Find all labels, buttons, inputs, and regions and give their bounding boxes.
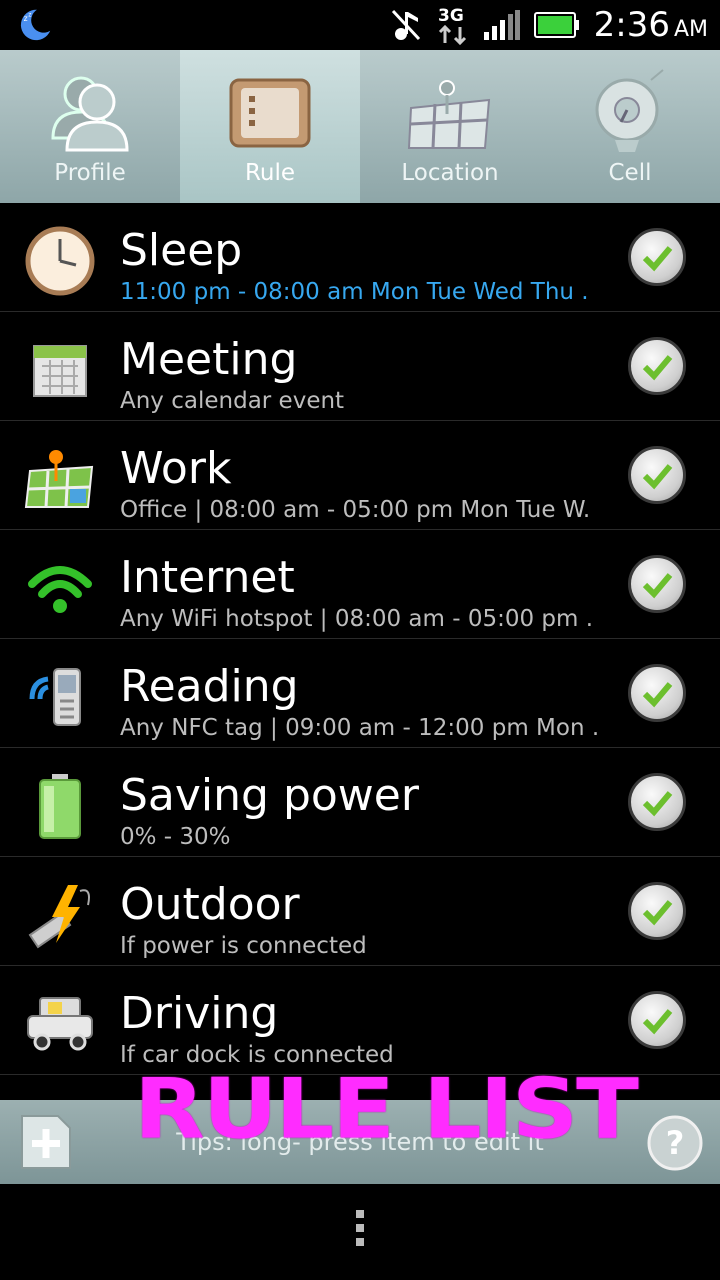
- rule-subtitle: Office | 08:00 am - 05:00 pm Mon Tue W.: [120, 497, 591, 523]
- profile-icon: [51, 76, 129, 152]
- tab-label: Cell: [608, 160, 652, 186]
- rule-title: Meeting: [120, 334, 298, 385]
- power-plug-icon: [28, 885, 90, 949]
- rule-subtitle: Any NFC tag | 09:00 am - 12:00 pm Mon .: [120, 715, 600, 741]
- calendar-icon: [33, 345, 87, 397]
- list-item[interactable]: Outdoor If power is connected: [0, 857, 720, 966]
- status-bar: z z 3G 2:36 AM: [0, 0, 720, 50]
- svg-text:z: z: [28, 12, 31, 18]
- tab-rule[interactable]: Rule: [180, 50, 360, 203]
- rule-subtitle: Any WiFi hotspot | 08:00 am - 05:00 pm .: [120, 606, 594, 632]
- tab-label: Profile: [54, 160, 126, 186]
- rule-title: Reading: [120, 661, 299, 712]
- ampm-label: AM: [673, 17, 708, 42]
- enabled-checkbox[interactable]: [628, 664, 686, 722]
- enabled-checkbox[interactable]: [628, 773, 686, 831]
- rule-title: Outdoor: [120, 879, 300, 930]
- list-item[interactable]: Reading Any NFC tag | 09:00 am - 12:00 p…: [0, 639, 720, 748]
- status-icons: 3G 2:36 AM: [390, 0, 708, 50]
- rule-title: Work: [120, 443, 232, 494]
- list-item[interactable]: Saving power 0% - 30%: [0, 748, 720, 857]
- tab-profile[interactable]: Profile: [0, 50, 180, 203]
- enabled-checkbox[interactable]: [628, 337, 686, 395]
- battery-icon: [533, 12, 579, 38]
- svg-text:z: z: [24, 14, 28, 23]
- car-icon: [27, 997, 93, 1051]
- menu-overflow-icon[interactable]: [354, 1210, 366, 1254]
- list-item[interactable]: Meeting Any calendar event: [0, 312, 720, 421]
- rule-list-overlay-title: RULE LIST: [134, 1060, 639, 1158]
- rule-subtitle: 11:00 pm - 08:00 am Mon Tue Wed Thu .: [120, 279, 589, 305]
- svg-text:?: ?: [666, 1124, 685, 1162]
- rule-title: Driving: [120, 988, 279, 1039]
- rule-subtitle: If power is connected: [120, 933, 367, 959]
- battery-icon: [39, 774, 81, 839]
- tab-label: Location: [401, 160, 499, 186]
- nfc-icon: [29, 668, 81, 726]
- tab-location[interactable]: Location: [360, 50, 540, 203]
- list-item[interactable]: Internet Any WiFi hotspot | 08:00 am - 0…: [0, 530, 720, 639]
- map-icon: [407, 80, 491, 149]
- wifi-icon: [28, 566, 92, 613]
- rule-icon: [229, 78, 311, 148]
- clock-icon: [25, 226, 95, 296]
- clock: 2:36 AM: [594, 5, 708, 45]
- signal-icon: [483, 10, 520, 40]
- tab-bar: Profile Rule Location Cell: [0, 50, 720, 203]
- rule-list: Sleep 11:00 pm - 08:00 am Mon Tue Wed Th…: [0, 203, 720, 1075]
- list-item[interactable]: Work Office | 08:00 am - 05:00 pm Mon Tu…: [0, 421, 720, 530]
- rule-title: Saving power: [120, 770, 419, 821]
- tab-label: Rule: [244, 160, 296, 186]
- enabled-checkbox[interactable]: [628, 882, 686, 940]
- list-item[interactable]: Sleep 11:00 pm - 08:00 am Mon Tue Wed Th…: [0, 203, 720, 312]
- nav-bar: [0, 1184, 720, 1280]
- help-button[interactable]: ?: [646, 1114, 704, 1172]
- enabled-checkbox[interactable]: [628, 555, 686, 613]
- enabled-checkbox[interactable]: [628, 991, 686, 1049]
- rule-subtitle: Any calendar event: [120, 388, 345, 414]
- mute-icon: [391, 9, 420, 41]
- map-pin-icon: [24, 450, 94, 508]
- time-label: 2:36: [593, 5, 670, 45]
- rule-title: Sleep: [120, 225, 243, 276]
- tab-cell[interactable]: Cell: [540, 50, 720, 203]
- enabled-checkbox[interactable]: [628, 446, 686, 504]
- cell-icon: [595, 69, 664, 152]
- rule-title: Internet: [120, 552, 295, 603]
- moon-icon: z z: [20, 9, 51, 41]
- rule-subtitle: 0% - 30%: [120, 824, 231, 850]
- network-label: 3G: [438, 6, 464, 26]
- enabled-checkbox[interactable]: [628, 228, 686, 286]
- 3g-icon: 3G: [438, 6, 466, 46]
- list-item[interactable]: Driving If car dock is connected: [0, 966, 720, 1075]
